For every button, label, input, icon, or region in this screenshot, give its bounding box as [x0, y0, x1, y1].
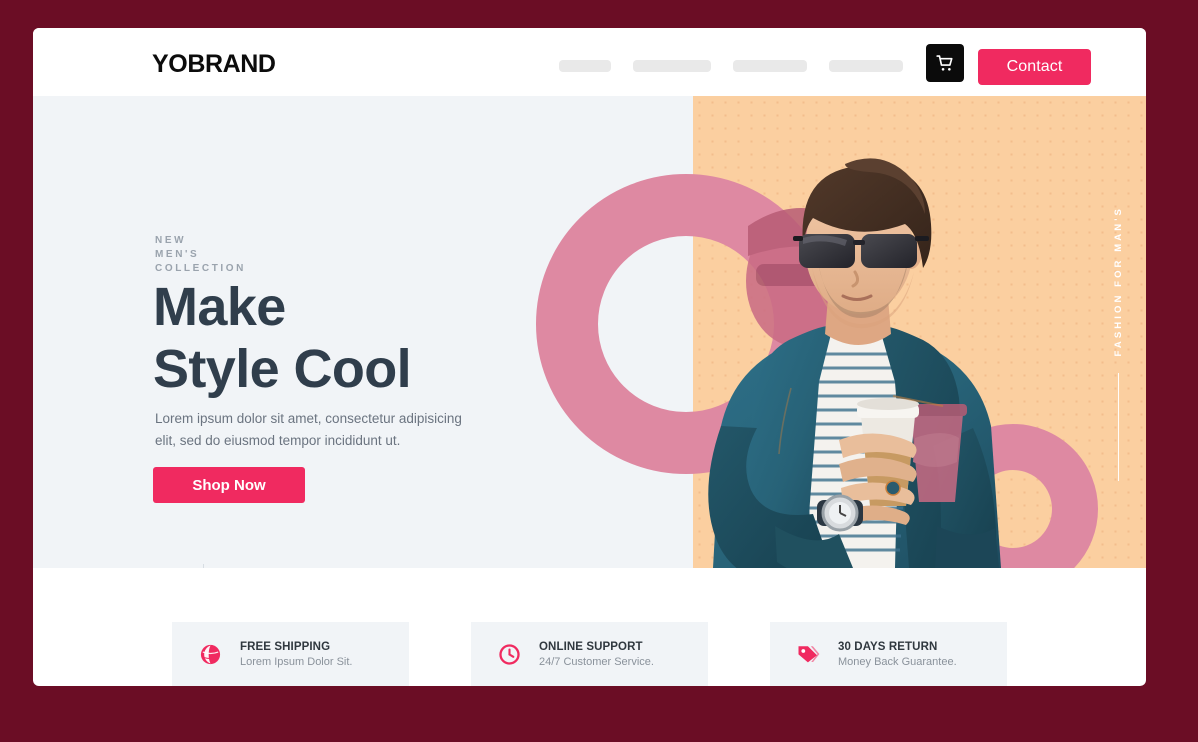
nav-item-placeholder-1[interactable] — [559, 60, 611, 72]
hero-title-line-2: Style Cool — [153, 339, 412, 399]
feature-card-days-return: 30 DAYS RETURN Money Back Guarantee. — [770, 622, 1007, 686]
hero-eyebrow-line-3: COLLECTION — [155, 263, 246, 274]
feature-text-group: FREE SHIPPING Lorem Ipsum Dolor Sit. — [240, 641, 352, 668]
features-section: FREE SHIPPING Lorem Ipsum Dolor Sit. ONL… — [33, 622, 1146, 686]
hero-eyebrow-line-1: NEW — [155, 235, 187, 246]
hero-title: Make Style Cool — [153, 276, 412, 400]
side-label-text: FASHION FOR MAN'S — [1113, 206, 1124, 357]
feature-card-free-shipping: FREE SHIPPING Lorem Ipsum Dolor Sit. — [172, 622, 409, 686]
main-nav — [559, 60, 903, 72]
side-label-line — [1118, 372, 1119, 481]
feature-title: 30 DAYS RETURN — [838, 640, 938, 653]
nav-item-placeholder-3[interactable] — [733, 60, 807, 72]
feature-title: ONLINE SUPPORT — [539, 640, 643, 653]
shop-now-button[interactable]: Shop Now — [153, 467, 305, 503]
hero-title-line-1: Make — [153, 277, 286, 337]
slider-controls: ← → — [164, 562, 243, 568]
hero-eyebrow: NEW MEN'S COLLECTION — [155, 234, 246, 276]
site-header: YOBRAND Contact — [33, 28, 1146, 96]
globe-icon — [198, 642, 222, 666]
feature-subtitle: Money Back Guarantee. — [838, 655, 957, 668]
shopping-cart-icon — [935, 53, 956, 74]
nav-item-placeholder-4[interactable] — [829, 60, 903, 72]
page-card: YOBRAND Contact NEW MEN'S COLLECTION Mak… — [33, 28, 1146, 686]
hero-eyebrow-line-2: MEN'S — [155, 249, 200, 260]
hero-description: Lorem ipsum dolor sit amet, consectetur … — [155, 411, 462, 448]
feature-subtitle: Lorem Ipsum Dolor Sit. — [240, 655, 353, 668]
arrow-right-icon[interactable]: → — [218, 562, 243, 568]
arrow-left-icon[interactable]: ← — [164, 562, 189, 568]
feature-card-online-support: ONLINE SUPPORT 24/7 Customer Service. — [471, 622, 708, 686]
slider-divider — [203, 563, 204, 568]
feature-subtitle: 24/7 Customer Service. — [539, 655, 654, 668]
feature-text-group: ONLINE SUPPORT 24/7 Customer Service. — [539, 641, 654, 668]
feature-title: FREE SHIPPING — [240, 640, 331, 653]
side-vertical-label: FASHION FOR MAN'S — [1113, 206, 1124, 481]
cart-button[interactable] — [926, 44, 964, 82]
price-tag-icon — [796, 642, 820, 666]
hero-model-image — [593, 96, 1146, 568]
clock-icon — [497, 642, 521, 666]
brand-logo[interactable]: YOBRAND — [152, 50, 276, 79]
nav-item-placeholder-2[interactable] — [633, 60, 711, 72]
feature-text-group: 30 DAYS RETURN Money Back Guarantee. — [838, 641, 957, 668]
hero-section: NEW MEN'S COLLECTION Make Style Cool Lor… — [33, 96, 1146, 568]
contact-button[interactable]: Contact — [978, 49, 1091, 85]
